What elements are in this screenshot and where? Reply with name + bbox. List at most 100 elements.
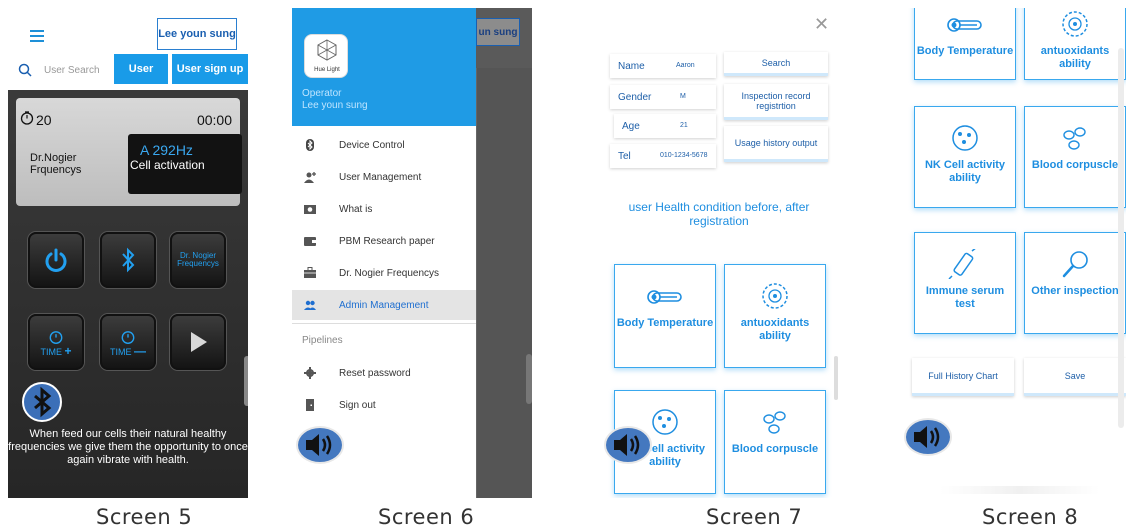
background-panel [476, 68, 532, 498]
usage-history-button[interactable]: Usage history output [724, 126, 828, 162]
wallet-icon [304, 237, 316, 246]
gear-icon [304, 367, 316, 379]
full-history-chart-button[interactable]: Full History Chart [912, 358, 1014, 396]
hamburger-menu-icon[interactable] [30, 30, 44, 45]
menu-item-pbm-research[interactable]: PBM Research paper [292, 226, 476, 256]
nk-cell-icon [952, 125, 978, 151]
speaker-button[interactable] [904, 418, 952, 456]
blood-cells-icon [763, 411, 786, 434]
card-body-temperature[interactable]: Body Temperature [614, 264, 716, 368]
timer-time: 00:00 [196, 112, 232, 128]
card-immune-serum-test[interactable]: Immune serum test [914, 232, 1016, 334]
scroll-handle[interactable] [526, 354, 532, 404]
power-button[interactable] [28, 232, 84, 288]
timer-icon [20, 111, 34, 125]
mode-label: Dr.Nogier Frquencys [30, 152, 82, 176]
screen-6: un sung Hue Light Operator Lee youn sung… [292, 8, 532, 498]
current-user-button[interactable]: Lee youn sung [157, 18, 237, 50]
timer-icon [49, 330, 63, 344]
menu-item-user-management[interactable]: User Management [292, 162, 476, 192]
menu-item-admin-management[interactable]: Admin Management [292, 290, 476, 320]
timer-icon [121, 330, 135, 344]
cell-icon [762, 283, 788, 309]
menu-divider [292, 323, 476, 324]
time-minus-button[interactable]: TIME — [100, 314, 156, 370]
door-icon [306, 399, 314, 411]
save-button[interactable]: Save [1024, 358, 1126, 396]
field-name: Name Aaron [610, 54, 716, 78]
bluetooth-icon [122, 247, 135, 273]
field-age: Age 21 [614, 114, 716, 138]
operator-info: Operator Lee youn sung [302, 88, 368, 111]
card-antioxidants-ability[interactable]: antuoxidants ability [1024, 8, 1126, 80]
lcd-screen: A 292Hz Cell activation [128, 134, 242, 194]
speaker-button[interactable] [604, 426, 652, 464]
field-gender: Gender M [610, 85, 716, 109]
cell-icon [1062, 11, 1088, 37]
card-antioxidants-ability[interactable]: antuoxidants ability [724, 264, 826, 368]
screen-8: Body Temperature antuoxidants ability NK… [900, 8, 1126, 498]
hue-light-logo: Hue Light [304, 34, 348, 78]
menu-item-nogier-frequencys[interactable]: Dr. Nogier Frequencys [292, 258, 476, 288]
search-button[interactable]: Search [724, 52, 828, 76]
menu-item-sign-out[interactable]: Sign out [292, 390, 476, 420]
user-tab-button[interactable]: User [114, 54, 168, 84]
user-add-icon [304, 172, 316, 183]
card-nk-cell-activity[interactable]: NK Cell activity ability [914, 106, 1016, 208]
health-condition-heading: user Health condition before, after regi… [628, 200, 810, 228]
caption-screen-8: Screen 8 [982, 505, 1079, 529]
search-icon[interactable] [18, 63, 32, 77]
bluetooth-icon [306, 139, 314, 151]
play-button[interactable] [170, 314, 226, 370]
caption-screen-5: Screen 5 [96, 505, 193, 529]
bluetooth-icon [34, 386, 52, 418]
card-other-inspection[interactable]: Other inspection [1024, 232, 1126, 334]
navigation-drawer: Hue Light Operator Lee youn sung Device … [292, 8, 476, 498]
scroll-handle[interactable] [244, 356, 248, 406]
menu-item-device-control[interactable]: Device Control [292, 130, 476, 160]
screen-7: ✕ Name Aaron Gender M Age 21 Tel 010-1234-56… [600, 8, 838, 498]
power-icon [45, 248, 67, 272]
users-icon [304, 300, 316, 310]
card-blood-corpuscle[interactable]: Blood corpuscle [1024, 106, 1126, 208]
section-label-pipelines: Pipelines [302, 335, 343, 346]
menu-item-what-is[interactable]: What is [292, 194, 476, 224]
device-display: 20 00:00 Dr.Nogier Frquencys A 292Hz Cell… [16, 98, 242, 206]
camera-icon [304, 205, 316, 214]
nk-cell-icon [652, 409, 678, 435]
magnifier-icon [1062, 251, 1088, 278]
frequency-readout: A 292Hz [140, 142, 193, 158]
screen-5: Lee youn sung User Search User User sign… [8, 8, 248, 498]
navigation-bar-hint [940, 486, 1100, 494]
briefcase-icon [304, 267, 316, 278]
scrollbar[interactable] [1118, 48, 1124, 428]
speaker-button[interactable] [296, 426, 344, 464]
tagline-text: When feed our cells their natural health… [8, 428, 248, 466]
field-tel: Tel 010-1234-5678 [610, 144, 716, 168]
close-icon[interactable]: ✕ [814, 14, 829, 35]
speaker-icon [614, 434, 640, 456]
timer-count: 20 [36, 112, 52, 128]
blood-cells-icon [1063, 127, 1086, 150]
play-icon [191, 332, 207, 352]
bluetooth-button[interactable] [100, 232, 156, 288]
thermometer-icon [647, 290, 682, 304]
menu-item-reset-password[interactable]: Reset password [292, 358, 476, 388]
speaker-icon [914, 426, 940, 448]
card-blood-corpuscle[interactable]: Blood corpuscle [724, 390, 826, 494]
caption-screen-7: Screen 7 [706, 505, 803, 529]
mode-readout: Cell activation [130, 158, 205, 172]
thermometer-icon [947, 18, 982, 32]
speaker-icon [306, 434, 332, 456]
user-signup-button[interactable]: User sign up [172, 54, 248, 84]
drawer-header: Hue Light Operator Lee youn sung [292, 8, 476, 126]
background-user-button: un sung [476, 18, 520, 46]
scroll-handle[interactable] [834, 356, 838, 400]
user-search-input[interactable]: User Search [44, 65, 100, 76]
bluetooth-float-button[interactable] [22, 382, 62, 422]
nogier-frequency-button[interactable]: Dr. Nogier Frequencys [170, 232, 226, 288]
caption-screen-6: Screen 6 [378, 505, 475, 529]
card-body-temperature[interactable]: Body Temperature [914, 8, 1016, 80]
inspection-registration-button[interactable]: Inspection record registrtion [724, 84, 828, 120]
time-plus-button[interactable]: TIME + [28, 314, 84, 370]
